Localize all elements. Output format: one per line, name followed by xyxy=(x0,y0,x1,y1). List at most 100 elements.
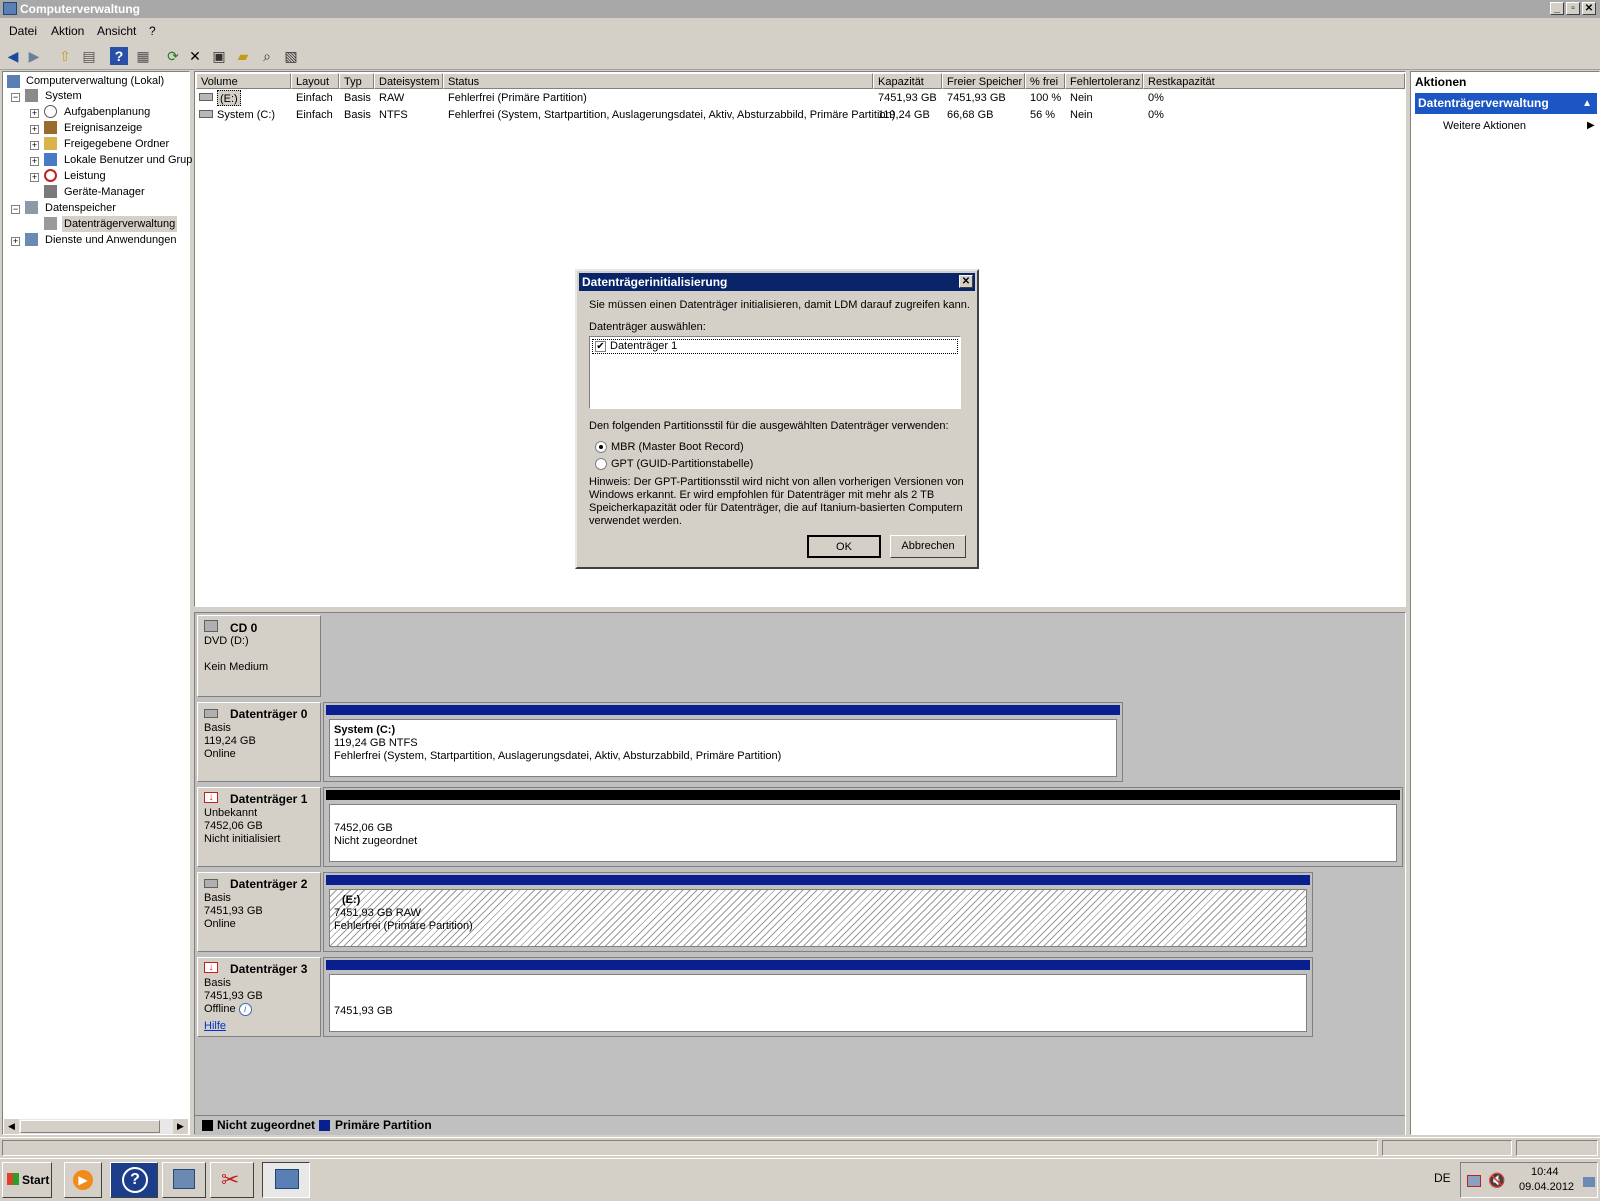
expand-icon[interactable]: + xyxy=(30,141,39,150)
col-volume[interactable]: Volume xyxy=(196,73,291,89)
collapse-icon[interactable]: − xyxy=(11,205,20,214)
partition-body[interactable]: 7452,06 GB Nicht zugeordnet xyxy=(329,804,1397,862)
tree-item-datentraegerverwaltung[interactable]: Datenträgerverwaltung xyxy=(62,216,178,232)
partition-body[interactable]: System (C:) 119,24 GB NTFS Fehlerfrei (S… xyxy=(329,719,1117,777)
col-kapazitaet[interactable]: Kapazität xyxy=(873,73,942,89)
unallocated-space[interactable]: 7452,06 GB Nicht zugeordnet xyxy=(323,787,1403,867)
maximize-button[interactable]: ▫ xyxy=(1566,2,1580,15)
scroll-left-icon[interactable]: ◀ xyxy=(4,1119,19,1134)
language-indicator[interactable]: DE xyxy=(1434,1171,1451,1185)
collapse-up-icon[interactable]: ▲ xyxy=(1582,93,1592,114)
col-freier-speicher[interactable]: Freier Speicher xyxy=(942,73,1025,89)
disk-row-1[interactable]: ↓ Datenträger 1 Unbekannt 7452,06 GB Nic… xyxy=(197,787,1403,867)
search-icon[interactable]: ⌕ xyxy=(258,47,276,65)
settings-icon[interactable]: ▧ xyxy=(282,47,300,65)
delete-icon[interactable]: ✕ xyxy=(186,47,204,65)
partition-body[interactable]: 7451,93 GB xyxy=(329,974,1307,1032)
open-folder-icon[interactable]: ▰ xyxy=(234,47,252,65)
dialog-close-button[interactable]: ✕ xyxy=(959,275,973,288)
disk-label[interactable]: CD 0 DVD (D:) Kein Medium xyxy=(197,615,321,697)
taskbar-computerverwaltung[interactable] xyxy=(262,1162,310,1198)
offline-disk-area[interactable]: 7451,93 GB xyxy=(323,957,1313,1037)
disk-select-list[interactable]: ✔ Datenträger 1 xyxy=(589,336,961,409)
help-link[interactable]: Hilfe xyxy=(204,1020,226,1033)
actions-section-datentraegerverwaltung[interactable]: Datenträgerverwaltung ▲ xyxy=(1415,93,1597,114)
ok-button[interactable]: OK xyxy=(807,535,881,558)
disk-label[interactable]: Datenträger 2 Basis 7451,93 GB Online xyxy=(197,872,321,952)
cancel-button[interactable]: Abbrechen xyxy=(890,535,966,558)
col-status[interactable]: Status xyxy=(443,73,873,89)
minimize-button[interactable]: _ xyxy=(1550,2,1564,15)
table-row[interactable]: (E:) Einfach Basis RAW Fehlerfrei (Primä… xyxy=(195,90,1405,107)
up-folder-icon[interactable]: ⇧ xyxy=(56,47,74,65)
table-row[interactable]: System (C:) Einfach Basis NTFS Fehlerfre… xyxy=(195,107,1405,124)
forward-icon[interactable]: ▶ xyxy=(25,47,43,65)
col-restkapazitaet[interactable]: Restkapazität xyxy=(1143,73,1405,89)
taskbar-help[interactable]: ? xyxy=(110,1162,158,1198)
gpt-label[interactable]: GPT (GUID-Partitionstabelle) xyxy=(611,458,753,470)
tree-item-dienste[interactable]: Dienste und Anwendungen xyxy=(45,232,177,248)
disk-label[interactable]: ↓ Datenträger 3 Basis 7451,93 GB Offline… xyxy=(197,957,321,1037)
tree-item-aufgabenplanung[interactable]: Aufgabenplanung xyxy=(64,104,150,120)
mbr-radio[interactable] xyxy=(595,441,607,453)
expand-icon[interactable]: + xyxy=(11,237,20,246)
start-button[interactable]: Start xyxy=(2,1162,52,1198)
tree-item-freigaben[interactable]: Freigegebene Ordner xyxy=(64,136,169,152)
refresh-icon[interactable]: ⟳ xyxy=(164,47,182,65)
disk-row-cd0[interactable]: CD 0 DVD (D:) Kein Medium xyxy=(197,615,1403,697)
partition-c[interactable]: System (C:) 119,24 GB NTFS Fehlerfrei (S… xyxy=(323,702,1123,782)
menu-help[interactable]: ? xyxy=(149,24,156,38)
collapse-icon[interactable]: − xyxy=(11,93,20,102)
col-dateisystem[interactable]: Dateisystem xyxy=(374,73,443,89)
info-icon[interactable]: i xyxy=(238,1003,252,1016)
partition-e[interactable]: (E:) 7451,93 GB RAW Fehlerfrei (Primäre … xyxy=(323,872,1313,952)
show-hide-tree-icon[interactable]: ▤ xyxy=(80,47,98,65)
taskbar-network[interactable] xyxy=(162,1162,206,1198)
clock-time[interactable]: 10:44 xyxy=(1531,1166,1559,1178)
show-desktop-icon[interactable] xyxy=(1583,1177,1595,1187)
tree-item-system[interactable]: System xyxy=(45,88,82,104)
disk-checkbox[interactable]: ✔ xyxy=(595,341,606,352)
volume-muted-icon[interactable]: 🔇 xyxy=(1488,1172,1505,1189)
taskbar-media-player[interactable]: ▶ xyxy=(64,1162,102,1198)
tree-item-geraete[interactable]: Geräte-Manager xyxy=(64,184,145,200)
expand-icon[interactable]: + xyxy=(30,109,39,118)
clock-date[interactable]: 09.04.2012 xyxy=(1519,1181,1574,1193)
help-icon[interactable]: ? xyxy=(110,47,128,65)
disk-label[interactable]: ↓ Datenträger 1 Unbekannt 7452,06 GB Nic… xyxy=(197,787,321,867)
expand-icon[interactable]: + xyxy=(30,173,39,182)
window-title-bar[interactable]: Computerverwaltung _ ▫ ✕ xyxy=(0,0,1600,18)
dialog-title-bar[interactable]: Datenträgerinitialisierung ✕ xyxy=(579,273,975,291)
scroll-thumb[interactable] xyxy=(20,1120,160,1133)
mbr-label[interactable]: MBR (Master Boot Record) xyxy=(611,441,744,453)
col-fehlertoleranz[interactable]: Fehlertoleranz xyxy=(1065,73,1143,89)
back-icon[interactable]: ◀ xyxy=(4,47,22,65)
action-weitere-aktionen[interactable]: Weitere Aktionen xyxy=(1443,120,1526,132)
col-layout[interactable]: Layout xyxy=(291,73,339,89)
show-hide-action-icon[interactable]: ▦ xyxy=(134,47,152,65)
disk-row-0[interactable]: Datenträger 0 Basis 119,24 GB Online Sys… xyxy=(197,702,1403,782)
gpt-radio[interactable] xyxy=(595,458,607,470)
partition-body[interactable]: (E:) 7451,93 GB RAW Fehlerfrei (Primäre … xyxy=(329,889,1307,947)
menu-datei[interactable]: Datei xyxy=(9,24,37,38)
disk-row-3[interactable]: ↓ Datenträger 3 Basis 7451,93 GB Offline… xyxy=(197,957,1403,1037)
horizontal-scrollbar[interactable]: ◀ ▶ xyxy=(4,1119,188,1134)
network-disconnected-icon[interactable] xyxy=(1467,1175,1481,1187)
col-typ[interactable]: Typ xyxy=(339,73,374,89)
tree-item-benutzer[interactable]: Lokale Benutzer und Grup xyxy=(64,152,192,168)
tree-item-ereignisanzeige[interactable]: Ereignisanzeige xyxy=(64,120,142,136)
disk-label[interactable]: Datenträger 0 Basis 119,24 GB Online xyxy=(197,702,321,782)
expand-icon[interactable]: + xyxy=(30,125,39,134)
tree-item-leistung[interactable]: Leistung xyxy=(64,168,106,184)
properties-icon[interactable]: ▣ xyxy=(210,47,228,65)
tree-item-datenspeicher[interactable]: Datenspeicher xyxy=(45,200,116,216)
close-button[interactable]: ✕ xyxy=(1582,2,1596,15)
disk-row-2[interactable]: Datenträger 2 Basis 7451,93 GB Online (E… xyxy=(197,872,1403,952)
tree-item-root[interactable]: Computerverwaltung (Lokal) xyxy=(26,73,164,89)
taskbar-snipping-tool[interactable]: ✂ xyxy=(210,1162,254,1198)
col-prozent-frei[interactable]: % frei xyxy=(1025,73,1065,89)
list-item[interactable]: ✔ Datenträger 1 xyxy=(592,339,958,354)
menu-ansicht[interactable]: Ansicht xyxy=(97,24,136,38)
menu-aktion[interactable]: Aktion xyxy=(51,24,84,38)
expand-icon[interactable]: + xyxy=(30,157,39,166)
